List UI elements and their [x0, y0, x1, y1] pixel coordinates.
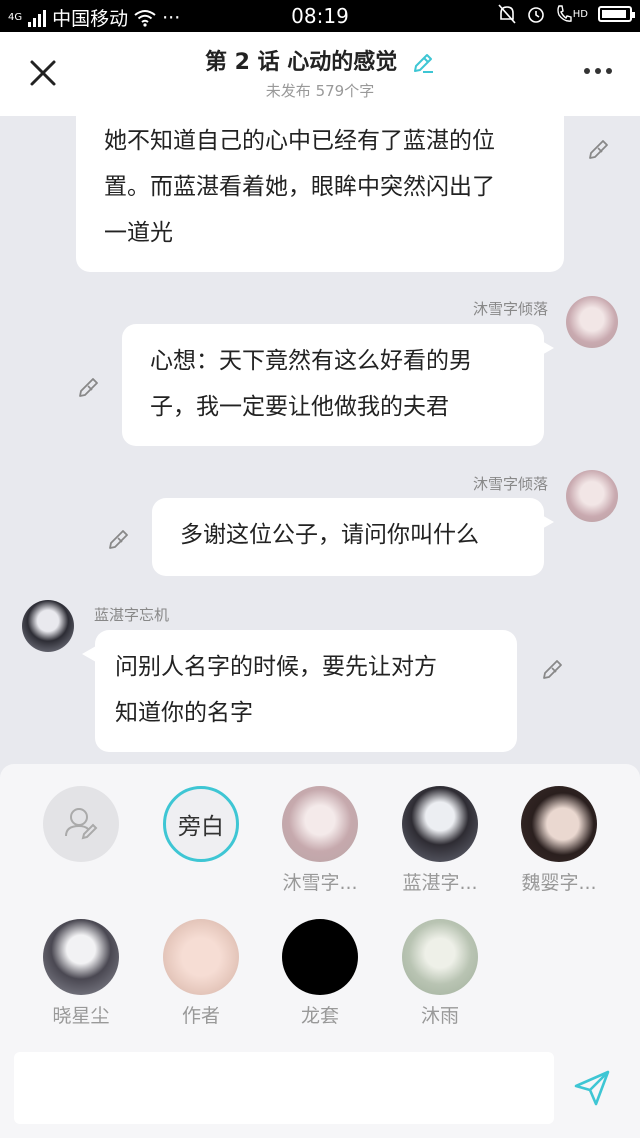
publish-status: 未发布 579个字: [265, 82, 375, 100]
header: 第 2 话 心动的感觉 未发布 579个字: [0, 32, 640, 116]
character-avatar: [402, 786, 478, 862]
message-line: 问别人名字的时候，要先让对方: [115, 654, 437, 680]
character-avatar: [521, 786, 597, 862]
character-avatar: [163, 919, 239, 995]
narrator-circle: 旁白: [163, 786, 239, 862]
character-label: 龙套: [300, 1005, 339, 1027]
message-bubble[interactable]: 心想：天下竟然有这么好看的男 子，我一定要让他做我的夫君: [122, 324, 544, 446]
message-line: 多谢这位公子，请问你叫什么: [180, 522, 479, 548]
narrator-text: 旁白: [178, 814, 224, 840]
message-line: 知道你的名字: [115, 700, 253, 726]
mute-bell-icon: [498, 4, 516, 24]
message-bubble[interactable]: 问别人名字的时候，要先让对方 知道你的名字: [95, 630, 517, 752]
character-label: 沐雪字...: [282, 872, 358, 894]
character-option[interactable]: 沐雨: [392, 919, 488, 1028]
add-character-circle: [43, 786, 119, 862]
status-bar: 4G 中国移动 ··· 08:19 HD: [0, 0, 640, 32]
chapter-title[interactable]: 第 2 话 心动的感觉: [0, 44, 640, 76]
character-option[interactable]: 蓝湛字...: [392, 786, 488, 895]
add-character-button[interactable]: [33, 786, 129, 868]
character-narrator[interactable]: 旁白: [153, 786, 249, 868]
edit-title-icon[interactable]: [411, 51, 435, 75]
edit-message-icon[interactable]: [540, 656, 566, 682]
alarm-icon: [527, 7, 544, 23]
message-line: 一道光: [104, 220, 173, 246]
battery-icon: [598, 6, 635, 22]
character-option[interactable]: 魏婴字...: [511, 786, 607, 895]
message-line: 她不知道自己的心中已经有了蓝湛的位: [104, 128, 495, 154]
character-label: 晓星尘: [52, 1005, 110, 1027]
avatar[interactable]: [566, 470, 618, 522]
character-label: 魏婴字...: [521, 872, 597, 894]
character-avatar: [282, 786, 358, 862]
speaker-name: 蓝湛字忘机: [94, 606, 170, 624]
character-label: 作者: [181, 1005, 220, 1027]
edit-message-icon[interactable]: [106, 526, 132, 552]
avatar[interactable]: [566, 296, 618, 348]
bubble-tail: [540, 340, 554, 356]
character-option[interactable]: 作者: [153, 919, 249, 1028]
bubble-tail: [540, 514, 554, 530]
message-bubble[interactable]: 多谢这位公子，请问你叫什么: [152, 498, 544, 576]
message-line: 心想：天下竟然有这么好看的男: [150, 348, 472, 374]
chapter-title-text: 第 2 话 心动的感觉: [205, 50, 398, 75]
edit-message-icon[interactable]: [586, 136, 612, 162]
character-avatar: [282, 919, 358, 995]
send-icon[interactable]: [572, 1068, 612, 1108]
add-person-icon: [65, 808, 98, 840]
message-line: 子，我一定要让他做我的夫君: [150, 394, 449, 420]
character-option[interactable]: 龙套: [272, 919, 368, 1028]
message-bubble[interactable]: 她不知道自己的心中已经有了蓝湛的位 置。而蓝湛看着她，眼眸中突然闪出了 一道光: [76, 116, 564, 272]
speaker-name: 沐雪字倾落: [472, 475, 548, 493]
hd-label: HD: [572, 8, 588, 20]
speaker-name: 沐雪字倾落: [472, 300, 548, 318]
character-option[interactable]: 沐雪字...: [272, 786, 368, 895]
character-avatar: [43, 919, 119, 995]
chat-area[interactable]: 她不知道自己的心中已经有了蓝湛的位 置。而蓝湛看着她，眼眸中突然闪出了 一道光 …: [0, 116, 640, 764]
character-avatar: [402, 919, 478, 995]
avatar[interactable]: [22, 600, 74, 652]
character-panel: 旁白 沐雪字... 蓝湛字... 魏婴字... 晓星尘 作者 龙套 沐雨: [0, 764, 640, 1138]
character-label: 沐雨: [420, 1005, 459, 1027]
call-icon: [557, 5, 572, 22]
character-option[interactable]: 晓星尘: [33, 919, 129, 1028]
character-label: 蓝湛字...: [402, 872, 478, 894]
bubble-tail: [82, 646, 96, 662]
edit-message-icon[interactable]: [76, 374, 102, 400]
more-menu-icon[interactable]: [584, 68, 612, 74]
message-line: 置。而蓝湛看着她，眼眸中突然闪出了: [104, 174, 495, 200]
message-input[interactable]: [14, 1052, 554, 1124]
